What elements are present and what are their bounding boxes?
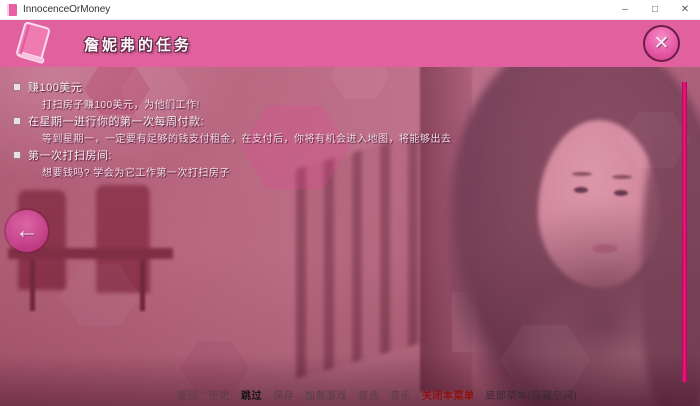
task-row: 赚100美元 xyxy=(13,78,452,95)
task-row: 在星期一进行你的第一次每周付款: xyxy=(13,112,452,129)
task-detail: 等到星期一，一定要有足够的钱支付租金，在支付后，你将有机会进入地图，将能够出去 xyxy=(42,129,452,146)
quick-menu: 返回 历史 跳过 保存 加载游戏 首选 音乐 关闭本菜单 底部菜单(隐藏空间) xyxy=(177,387,577,402)
task-label: 在星期一进行你的第一次每周付款: xyxy=(28,113,204,129)
app-book-icon xyxy=(7,4,17,16)
game-viewport: 詹妮弗的任务 ✕ 赚100美元 打扫房子赚100美元，为他们工作! 在星期一进行… xyxy=(0,20,700,406)
checkbox-icon xyxy=(13,83,21,91)
task-label: 赚100美元 xyxy=(28,79,82,95)
menu-item-hide-bottom-menu[interactable]: 底部菜单(隐藏空间) xyxy=(486,387,578,402)
checkbox-icon xyxy=(13,117,21,125)
close-icon: ✕ xyxy=(654,34,670,53)
task-detail: 想要钱吗? 学会为它工作第一次打扫房子 xyxy=(42,163,452,180)
window-title: InnocenceOrMoney xyxy=(23,4,110,15)
menu-item-history[interactable]: 历史 xyxy=(209,387,230,402)
menu-item-music[interactable]: 音乐 xyxy=(390,387,411,402)
menu-item-save[interactable]: 保存 xyxy=(273,387,294,402)
left-arrow-icon: ← xyxy=(15,219,39,243)
menu-item-close-menu[interactable]: 关闭本菜单 xyxy=(422,387,475,402)
close-window-button[interactable]: ✕ xyxy=(670,0,700,19)
quest-book-icon xyxy=(10,21,56,66)
quest-header: 詹妮弗的任务 ✕ xyxy=(0,20,700,67)
menu-item-load-game[interactable]: 加载游戏 xyxy=(305,387,347,402)
prev-page-button[interactable]: ← xyxy=(6,210,48,252)
maximize-button[interactable]: □ xyxy=(640,0,670,19)
window-controls: – □ ✕ xyxy=(610,0,700,19)
task-row: 第一次打扫房间: xyxy=(13,146,452,163)
menu-item-back[interactable]: 返回 xyxy=(177,387,198,402)
window-titlebar: InnocenceOrMoney – □ ✕ xyxy=(0,0,700,20)
vertical-scrollbar[interactable] xyxy=(682,82,687,382)
quest-close-button[interactable]: ✕ xyxy=(643,25,680,62)
task-label: 第一次打扫房间: xyxy=(28,147,112,163)
task-list: 赚100美元 打扫房子赚100美元，为他们工作! 在星期一进行你的第一次每周付款… xyxy=(13,78,452,180)
menu-item-skip[interactable]: 跳过 xyxy=(241,387,262,402)
menu-item-preferences[interactable]: 首选 xyxy=(358,387,379,402)
quest-panel-title: 詹妮弗的任务 xyxy=(84,34,192,55)
task-detail: 打扫房子赚100美元，为他们工作! xyxy=(42,95,452,112)
minimize-button[interactable]: – xyxy=(610,0,640,19)
checkbox-icon xyxy=(13,151,21,159)
